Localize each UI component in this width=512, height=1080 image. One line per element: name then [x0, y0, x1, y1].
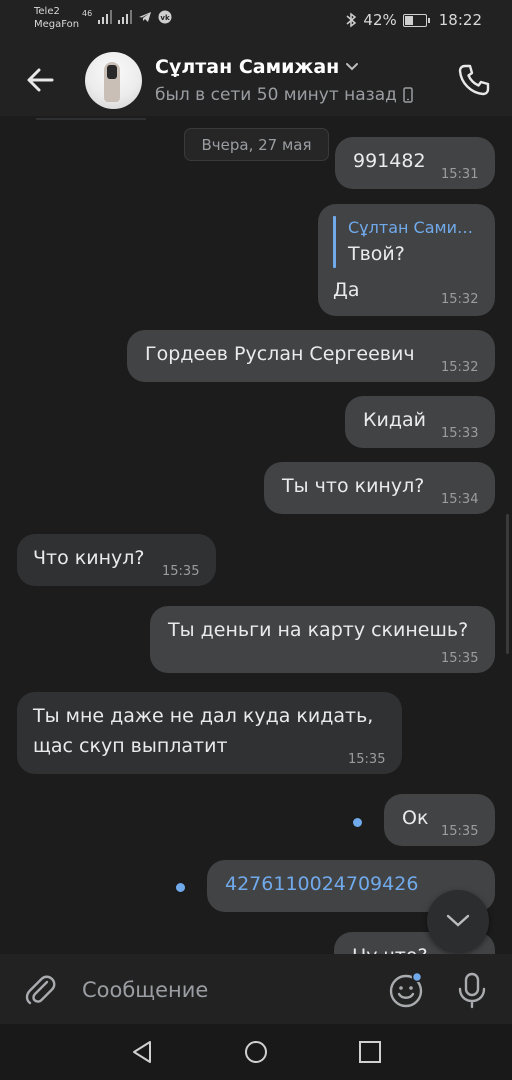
microphone-icon[interactable] — [454, 971, 490, 1009]
phone-call-icon[interactable] — [456, 62, 492, 98]
chevron-down-icon — [446, 914, 470, 927]
chevron-down-icon — [346, 63, 359, 71]
arrow-left-icon[interactable] — [24, 64, 56, 96]
message-composer — [0, 954, 512, 1024]
reply-text: Твой? — [348, 243, 405, 265]
message-time: 15:35 — [162, 564, 200, 579]
message-text: 991482 — [353, 150, 426, 172]
paperclip-icon[interactable] — [22, 971, 58, 1007]
message-bubble[interactable]: 991482 15:31 — [335, 137, 495, 189]
reply-quote-bar — [333, 216, 336, 268]
battery-icon — [402, 13, 430, 27]
message-time: 15:33 — [441, 426, 479, 441]
network-type-label: 46 — [82, 8, 93, 18]
status-icons-right: 42% 18:22 — [345, 11, 482, 29]
carrier-2: MegaFon — [34, 19, 80, 30]
svg-text:vk: vk — [161, 14, 171, 22]
contact-status-row: был в сети 50 минут назад — [155, 85, 413, 105]
message-text: Ты что кинул? — [282, 475, 425, 497]
message-bubble[interactable]: Ты что кинул? 15:34 — [264, 462, 495, 514]
signal-icon — [98, 10, 113, 24]
contact-name: Сұлтан Самижан — [155, 56, 340, 78]
bluetooth-icon — [346, 12, 357, 28]
message-text: Кидай — [363, 409, 426, 431]
nav-home-icon[interactable] — [242, 1038, 270, 1066]
scroll-down-button[interactable] — [427, 890, 489, 952]
contact-name-row[interactable]: Сұлтан Самижан — [155, 56, 359, 78]
signal-icon — [118, 10, 133, 24]
date-separator: Вчера, 27 мая — [184, 128, 329, 161]
prev-message-edge — [36, 118, 146, 120]
status-icons-left: 46 vk — [82, 8, 172, 24]
message-text: Ок — [402, 807, 429, 829]
phone-device-icon — [403, 87, 413, 103]
nav-recents-icon[interactable] — [356, 1038, 384, 1066]
message-input[interactable] — [80, 972, 374, 1008]
message-text-line-2: щас скуп выплатит — [33, 735, 228, 757]
status-bar: Tele2 MegaFon 46 vk 42% 18:22 — [0, 0, 512, 44]
message-bubble[interactable]: Ок 15:35 — [384, 794, 495, 846]
scrollbar[interactable] — [506, 514, 509, 654]
smile-icon[interactable] — [388, 971, 426, 1009]
card-number-link[interactable]: 4276110024709426 — [225, 873, 418, 895]
message-text: Гордеев Руслан Сергеевич — [145, 343, 415, 365]
reply-author: Сұлтан Сами… — [348, 218, 473, 237]
message-time: 15:35 — [441, 651, 479, 666]
message-bubble[interactable]: Ты деньги на карту скинешь? 15:35 — [150, 606, 495, 673]
unread-indicator — [176, 883, 185, 892]
message-bubble[interactable]: Кидай 15:33 — [345, 396, 495, 448]
message-time: 15:34 — [441, 492, 479, 507]
message-text: Ну что? — [352, 945, 428, 954]
message-time: 15:35 — [441, 824, 479, 839]
battery-percent: 42% — [363, 11, 397, 29]
message-text: Да — [333, 279, 360, 301]
system-nav-bar — [0, 1024, 512, 1080]
message-text: Что кинул? — [33, 547, 145, 569]
message-bubble[interactable]: Гордеев Руслан Сергеевич 15:32 — [127, 330, 495, 382]
unread-indicator — [353, 818, 362, 827]
contact-status: был в сети 50 минут назад — [155, 85, 397, 105]
carrier-1: Tele2 — [34, 6, 60, 17]
avatar[interactable] — [85, 52, 142, 109]
message-time: 15:32 — [441, 292, 479, 307]
message-time: 15:35 — [348, 752, 386, 767]
message-bubble[interactable]: Ты мне даже не дал куда кидать, щас скуп… — [17, 692, 402, 774]
message-text: Ты деньги на карту скинешь? — [168, 619, 469, 641]
clock: 18:22 — [438, 11, 482, 29]
carrier-info: Tele2 MegaFon — [34, 5, 79, 31]
message-list[interactable]: Вчера, 27 мая 991482 15:31 Сұлтан Сами… … — [0, 116, 512, 954]
message-bubble[interactable]: Что кинул? 15:35 — [17, 534, 216, 586]
message-bubble[interactable]: Сұлтан Сами… Твой? Да 15:32 — [318, 204, 495, 316]
vk-icon: vk — [158, 10, 172, 24]
message-time: 15:31 — [441, 167, 479, 182]
message-time: 15:32 — [441, 360, 479, 375]
chat-header: Сұлтан Самижан был в сети 50 минут назад — [0, 44, 512, 116]
telegram-icon — [139, 12, 152, 22]
nav-back-icon[interactable] — [128, 1038, 156, 1066]
message-text-line-1: Ты мне даже не дал куда кидать, — [33, 705, 374, 727]
